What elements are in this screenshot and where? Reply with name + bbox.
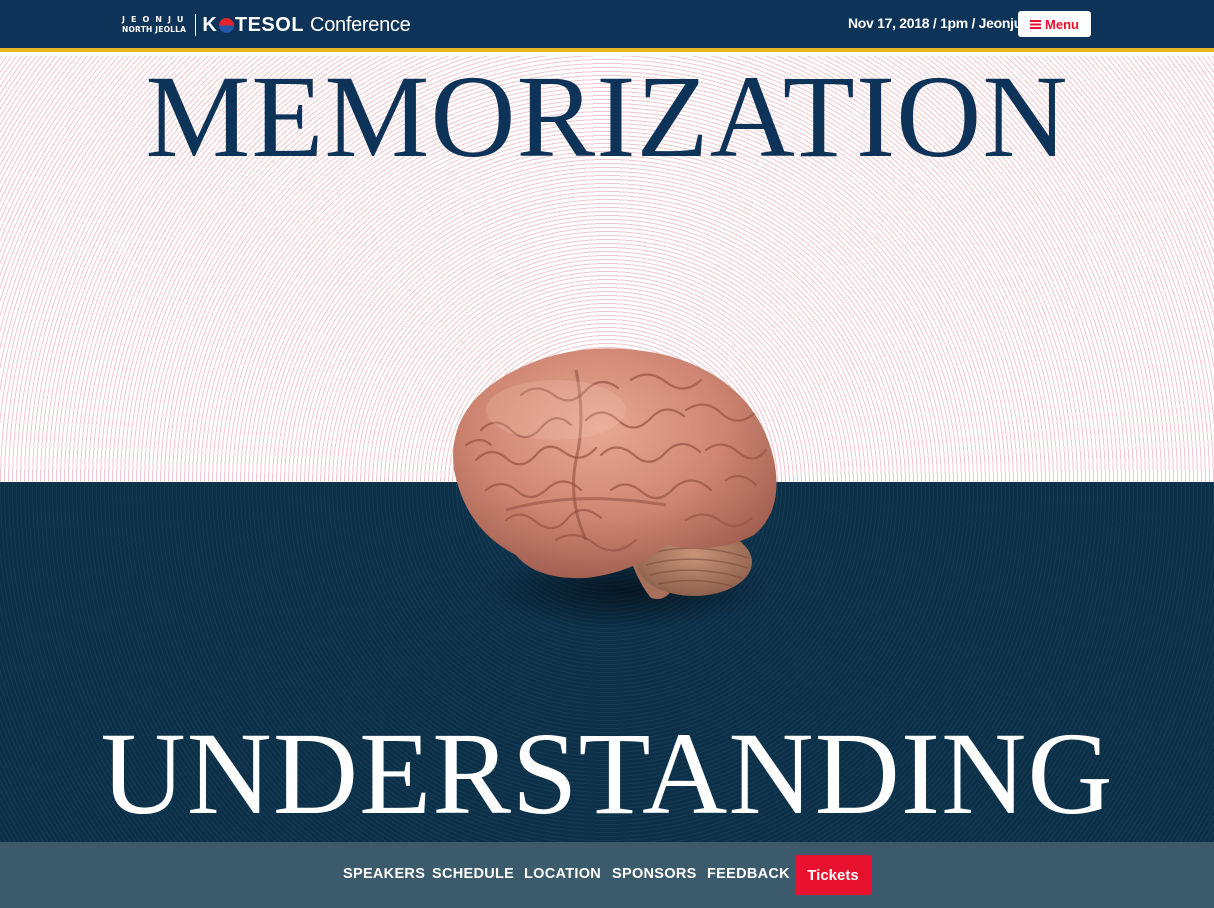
logo-brand: K TESOL Conference bbox=[202, 14, 410, 37]
nav-item-schedule[interactable]: SCHEDULE bbox=[432, 866, 514, 882]
tickets-button[interactable]: Tickets bbox=[795, 855, 871, 895]
brain-image bbox=[453, 348, 777, 630]
site-header: JEONJU NORTH JEOLLA K TESOL Conference N… bbox=[0, 0, 1214, 52]
event-date-time: Nov 17, 2018 / 1pm / bbox=[848, 15, 979, 31]
event-city: Jeonju bbox=[978, 15, 1023, 31]
logo-province: NORTH JEOLLA bbox=[122, 25, 187, 35]
menu-label: Menu bbox=[1045, 16, 1079, 32]
nav-item-feedback[interactable]: FEEDBACK bbox=[707, 866, 790, 882]
site-logo[interactable]: JEONJU NORTH JEOLLA K TESOL Conference bbox=[122, 10, 411, 40]
nav-item-speakers[interactable]: SPEAKERS bbox=[343, 866, 425, 882]
logo-city: JEONJU bbox=[122, 15, 190, 25]
logo-divider bbox=[195, 14, 197, 36]
logo-brand-conference: Conference bbox=[310, 13, 411, 36]
logo-region: JEONJU NORTH JEOLLA bbox=[122, 16, 189, 34]
headline-memorization: MEMORIZATION bbox=[145, 51, 1069, 182]
logo-brand-k: K bbox=[202, 13, 217, 36]
hamburger-icon bbox=[1030, 19, 1042, 29]
nav-item-sponsors[interactable]: SPONSORS bbox=[612, 866, 697, 882]
headline-understanding: UNDERSTANDING bbox=[100, 708, 1114, 839]
menu-button[interactable]: Menu bbox=[1018, 11, 1091, 37]
bottom-nav: SPEAKERS SCHEDULE LOCATION SPONSORS FEED… bbox=[0, 842, 1214, 908]
nav-item-location[interactable]: LOCATION bbox=[524, 866, 601, 882]
taeguk-icon bbox=[218, 17, 234, 33]
event-meta: Nov 17, 2018 / 1pm / Jeonju bbox=[848, 15, 1022, 31]
logo-brand-tesol: TESOL bbox=[234, 13, 305, 36]
